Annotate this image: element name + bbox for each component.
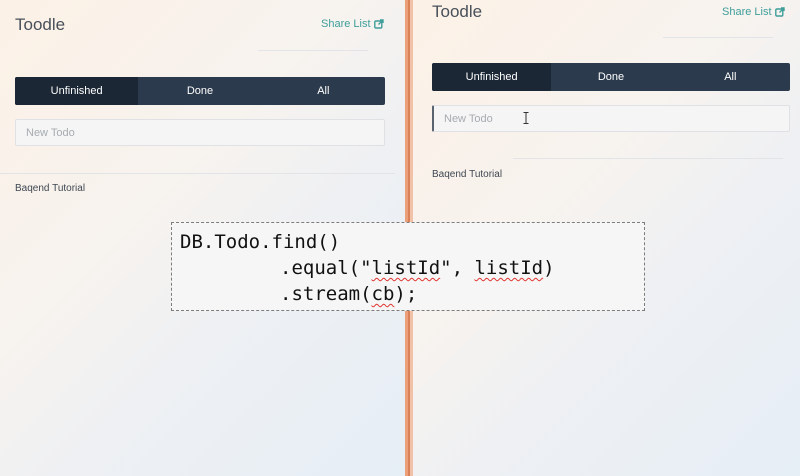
code-snippet-overlay: DB.Todo.find() .equal("listId", listId) … — [171, 222, 645, 311]
filter-unfinished-button[interactable]: Unfinished — [15, 77, 139, 105]
filter-all-button[interactable]: All — [262, 77, 385, 105]
list-divider — [0, 173, 395, 174]
code-line-2: .equal("listId", listId) — [180, 255, 644, 281]
code-close-paren: ) — [543, 257, 555, 279]
new-todo-input[interactable] — [15, 119, 385, 146]
list-section-label: Baqend Tutorial — [15, 183, 86, 194]
text-cursor-icon — [523, 112, 529, 124]
filter-segmented-control: Unfinished Done All — [432, 63, 790, 91]
filter-all-button[interactable]: All — [671, 63, 790, 91]
share-external-icon — [774, 7, 785, 17]
app-title: Toodle — [432, 2, 483, 21]
code-stream-call: .stream( — [280, 283, 372, 305]
app-title: Toodle — [15, 15, 66, 34]
share-list-label: Share List — [722, 6, 772, 18]
filter-done-button[interactable]: Done — [551, 63, 670, 91]
filter-done-button[interactable]: Done — [138, 77, 261, 105]
code-terminator: ); — [394, 283, 418, 305]
code-line-3: .stream(cb); — [180, 281, 644, 307]
code-listid-key: listId — [371, 257, 441, 279]
code-cb-arg: cb — [371, 283, 395, 305]
header-divider — [258, 50, 368, 51]
share-list-label: Share List — [321, 18, 371, 30]
share-list-link[interactable]: Share List — [321, 18, 384, 30]
code-line-1: DB.Todo.find() — [180, 229, 644, 255]
share-external-icon — [373, 19, 384, 29]
code-listid-arg: listId — [474, 257, 544, 279]
code-find-call: DB.Todo.find() — [180, 231, 341, 253]
list-divider — [513, 158, 783, 159]
filter-unfinished-button[interactable]: Unfinished — [432, 63, 552, 91]
list-section-label: Baqend Tutorial — [432, 169, 503, 180]
share-list-link[interactable]: Share List — [722, 6, 785, 18]
header-divider — [663, 37, 773, 38]
new-todo-input[interactable] — [432, 105, 790, 132]
filter-segmented-control: Unfinished Done All — [15, 77, 385, 105]
code-equal-call: .equal(" — [280, 257, 372, 279]
code-separator: ", — [440, 257, 475, 279]
